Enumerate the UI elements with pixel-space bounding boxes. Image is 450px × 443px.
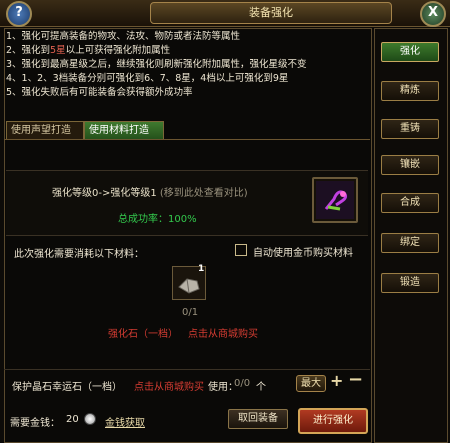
intro-line-3: 3、强化到最高星级之后，继续强化则刷新强化附加属性，强化星级不变 bbox=[6, 59, 307, 70]
help-icon: ? bbox=[15, 5, 23, 20]
close-button[interactable]: X bbox=[420, 1, 446, 27]
intro-text: 1、强化可提高装备的物攻、法攻、物防或者法防等属性 2、强化到5星以上可获得强化… bbox=[6, 30, 368, 100]
tab-material[interactable]: 使用材料打造 bbox=[84, 121, 164, 140]
coin-icon bbox=[84, 413, 96, 425]
intro-line-2-c: 以上可获得强化附加属性 bbox=[65, 45, 171, 56]
equipment-icon bbox=[316, 181, 354, 219]
material-quantity: 0/1 bbox=[182, 307, 199, 318]
sidebar-item-refine[interactable]: 精炼 bbox=[381, 81, 439, 101]
intro-line-1: 1、强化可提高装备的物攻、法攻、物防或者法防等属性 bbox=[6, 31, 241, 42]
protect-stone-label: 保护晶石幸运石（一档） bbox=[12, 382, 122, 393]
auto-buy-label: 自动使用金币购买材料 bbox=[253, 248, 353, 259]
window-title: 装备强化 bbox=[150, 2, 392, 24]
sidebar-item-forge[interactable]: 锻造 bbox=[381, 273, 439, 293]
max-button[interactable]: 最大 bbox=[296, 375, 326, 392]
success-rate: 总成功率：100% bbox=[118, 214, 197, 225]
plus-icon[interactable]: + bbox=[330, 371, 343, 390]
sidebar-item-reforge[interactable]: 重铸 bbox=[381, 119, 439, 139]
proceed-strengthen-button[interactable]: 进行强化 bbox=[298, 408, 368, 434]
strength-level: 强化等级0->强化等级1 (移到此处查看对比) bbox=[52, 184, 248, 199]
minus-icon[interactable]: − bbox=[348, 369, 363, 390]
auto-buy-checkbox[interactable] bbox=[235, 244, 247, 256]
intro-line-2-star: 5星 bbox=[50, 45, 66, 56]
protect-buy-link[interactable]: 点击从商城购买 bbox=[134, 378, 204, 393]
gold-label: 需要金钱： bbox=[10, 418, 60, 429]
sidebar-item-inlay[interactable]: 镶嵌 bbox=[381, 155, 439, 175]
use-unit: 个 bbox=[256, 382, 266, 393]
close-icon: X bbox=[427, 5, 439, 20]
material-buy-link[interactable]: 点击从商城购买 bbox=[188, 325, 258, 340]
protect-divider bbox=[4, 369, 370, 370]
material-name: 强化石（一档） bbox=[108, 329, 178, 340]
sidebar-item-compose[interactable]: 合成 bbox=[381, 193, 439, 213]
material-count-badge: 1 bbox=[198, 264, 205, 274]
intro-line-2: 2、强化到5星以上可获得强化附加属性 bbox=[6, 44, 368, 58]
gold-acquire-link[interactable]: 金钱获取 bbox=[105, 414, 145, 429]
tab-prestige[interactable]: 使用声望打造 bbox=[6, 121, 84, 140]
materials-label: 此次强化需要消耗以下材料： bbox=[14, 249, 144, 260]
compare-hint: (移到此处查看对比) bbox=[159, 188, 248, 199]
gold-value: 20 bbox=[66, 414, 79, 425]
help-button[interactable]: ? bbox=[6, 1, 32, 27]
intro-line-2-a: 2、强化到 bbox=[6, 45, 51, 56]
intro-line-5: 5、强化失败后有可能装备会获得额外成功率 bbox=[6, 87, 193, 98]
sidebar-item-bind[interactable]: 绑定 bbox=[381, 233, 439, 253]
recall-equipment-button[interactable]: 取回装备 bbox=[228, 409, 288, 429]
equipment-slot[interactable] bbox=[312, 177, 358, 223]
strength-level-text: 强化等级0->强化等级1 bbox=[52, 188, 157, 199]
use-count: 0/0 bbox=[234, 378, 251, 389]
tab-divider bbox=[4, 139, 370, 140]
sidebar-item-strengthen[interactable]: 强化 bbox=[381, 42, 439, 62]
intro-line-4: 4、1、2、3档装备分别可强化到6、7、8星，4档以上可强化到9星 bbox=[6, 73, 289, 84]
